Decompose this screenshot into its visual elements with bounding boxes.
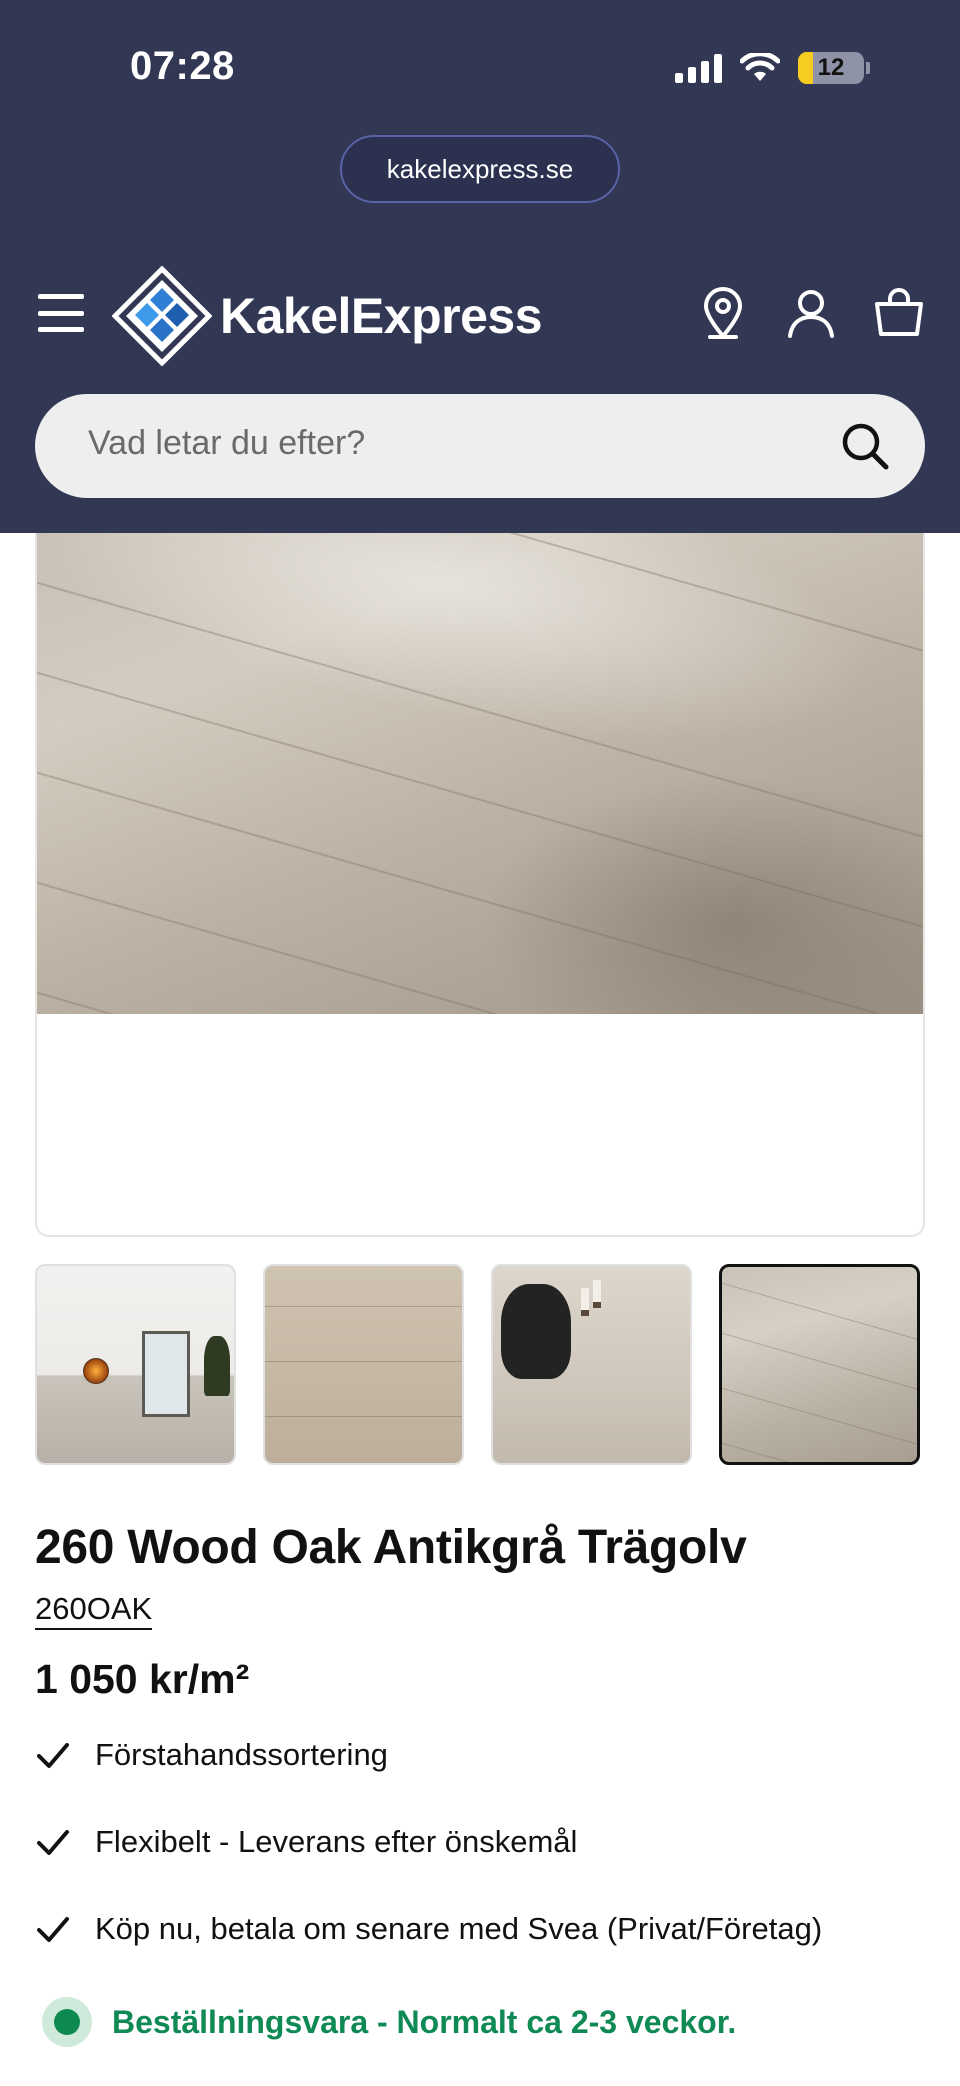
check-icon xyxy=(37,1917,69,1942)
feature-item: Köp nu, betala om senare med Svea (Priva… xyxy=(35,1904,822,1954)
feature-text: Förstahandssortering xyxy=(95,1737,388,1772)
thumbnail-room[interactable] xyxy=(35,1264,236,1465)
url-bar[interactable]: kakelexpress.se xyxy=(340,135,620,203)
logo[interactable]: KakelExpress xyxy=(112,266,543,366)
check-icon xyxy=(37,1743,69,1768)
main-product-image[interactable] xyxy=(37,533,923,1014)
stock-status-text: Beställningsvara - Normalt ca 2-3 veckor… xyxy=(112,2003,737,2040)
product-sku[interactable]: 260OAK xyxy=(35,1591,153,1631)
search-input[interactable]: Vad letar du efter? xyxy=(35,394,925,498)
signal-icon xyxy=(675,53,722,83)
battery-level: 12 xyxy=(817,54,845,81)
url-text: kakelexpress.se xyxy=(386,153,574,184)
product-title: 260 Wood Oak Antikgrå Trägolv xyxy=(35,1521,747,1574)
check-icon xyxy=(37,1830,69,1855)
logo-text: KakelExpress xyxy=(220,288,543,344)
thumbnail-strip xyxy=(35,1264,925,1466)
product-price: 1 050 kr/m² xyxy=(35,1656,250,1702)
header: 07:28 12 kakelexpress.se KakelExpress Va… xyxy=(0,0,960,533)
account-icon[interactable] xyxy=(784,286,838,340)
thumbnail-floor-closeup[interactable] xyxy=(263,1264,464,1465)
thumbnail-floor-angle[interactable] xyxy=(719,1264,920,1465)
status-icons: 12 xyxy=(675,52,870,84)
feature-text: Köp nu, betala om senare med Svea (Priva… xyxy=(95,1911,823,1946)
wifi-icon xyxy=(740,53,780,81)
menu-icon[interactable] xyxy=(38,294,84,332)
feature-item: Flexibelt - Leverans efter önskemål xyxy=(35,1817,577,1867)
stock-status-dot-icon xyxy=(42,1997,92,2047)
nav-row: KakelExpress xyxy=(0,260,960,370)
feature-item: Förstahandssortering xyxy=(35,1730,388,1780)
location-pin-icon[interactable] xyxy=(696,286,750,340)
stock-status: Beställningsvara - Normalt ca 2-3 veckor… xyxy=(42,1997,736,2047)
cart-bag-icon[interactable] xyxy=(872,286,926,340)
logo-diamond-icon xyxy=(112,266,212,366)
thumbnail-person-on-floor[interactable] xyxy=(491,1264,692,1465)
battery-icon: 12 xyxy=(798,52,864,84)
status-time: 07:28 xyxy=(130,44,235,88)
feature-text: Flexibelt - Leverans efter önskemål xyxy=(95,1824,578,1859)
search-placeholder: Vad letar du efter? xyxy=(88,424,366,462)
search-icon[interactable] xyxy=(839,420,891,472)
